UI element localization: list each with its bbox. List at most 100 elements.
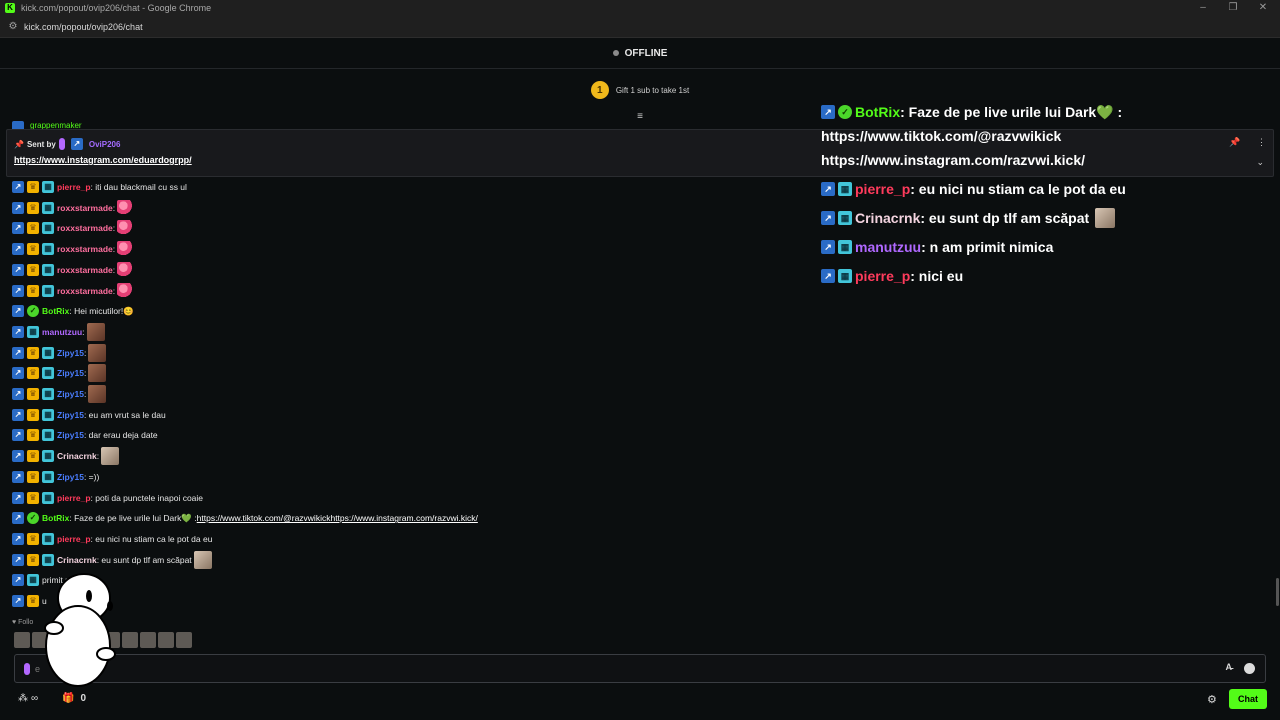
message-username[interactable]: roxxstarmade bbox=[57, 244, 113, 254]
subscriber-badge-icon: ▦ bbox=[42, 429, 54, 442]
message-username[interactable]: Crinacrnk bbox=[57, 555, 97, 565]
chat-input-box[interactable]: A̵ bbox=[14, 654, 1266, 683]
face-emote-icon bbox=[88, 343, 107, 362]
message-username[interactable]: Zipy15 bbox=[57, 348, 84, 358]
gift-count[interactable]: 🎁 0 bbox=[62, 693, 86, 704]
subscriber-badge-icon: ▦ bbox=[42, 553, 54, 566]
sent-by-label: Sent by bbox=[26, 139, 56, 149]
follower-avatar[interactable] bbox=[158, 632, 174, 648]
crown-badge-icon: ♛ bbox=[27, 553, 39, 566]
og-badge-icon: ↗ bbox=[12, 305, 24, 318]
chat-message-row[interactable]: ↗ ✓ BotRix: Faze de pe live urile lui Dark… bbox=[12, 509, 478, 527]
chat-message-row[interactable]: ↗ ♛ ▦ pierre_p: iti dau blackmail cu ss ul bbox=[12, 178, 187, 196]
chat-message-row[interactable]: ↗ ✓ BotRix: Hei micutilor!😊 bbox=[12, 302, 134, 320]
chat-message-row[interactable]: ↗ ♛ ▦ roxxstarmade: bbox=[12, 261, 134, 279]
restore-icon[interactable]: ❐ bbox=[1218, 0, 1248, 16]
message-username[interactable]: roxxstarmade bbox=[57, 203, 113, 213]
chat-message-row[interactable]: ↗ ♛ ▦ Zipy15: dar erau deja date bbox=[12, 426, 158, 444]
chat-message-row[interactable]: ↗ ♛ ▦ Zipy15: bbox=[12, 364, 107, 383]
overlay-username: Crinacrnk bbox=[855, 210, 921, 226]
chat-message-row[interactable]: ↗ ♛ ▦ Crinacrnk: bbox=[12, 447, 120, 466]
crown-badge-icon: ♛ bbox=[27, 263, 39, 276]
og-badge-icon: ↗ bbox=[12, 263, 24, 276]
channel-points[interactable]: ⁂ ∞ bbox=[18, 693, 38, 704]
verified-bot-icon: ✓ bbox=[838, 105, 852, 119]
chat-message-row[interactable]: ↗ ♛ ▦ Zipy15: bbox=[12, 343, 107, 362]
close-icon[interactable]: ✕ bbox=[1248, 0, 1278, 16]
offline-label: OFFLINE bbox=[624, 47, 668, 59]
message-link[interactable]: https://www.tiktok.com/@razvwikick bbox=[197, 513, 331, 523]
chat-scrollbar[interactable] bbox=[1276, 578, 1279, 606]
mic-badge-icon bbox=[24, 663, 30, 675]
message-text: : bbox=[83, 389, 87, 399]
message-username[interactable]: roxxstarmade bbox=[57, 265, 113, 275]
message-username[interactable]: Zipy15 bbox=[57, 389, 84, 399]
translate-icon[interactable]: A̵ bbox=[1226, 662, 1233, 672]
chat-message-row[interactable]: ↗ ♛ ▦ Zipy15: =)) bbox=[12, 468, 99, 486]
og-badge-icon: ↗ bbox=[12, 470, 24, 483]
heart-emote-icon bbox=[117, 220, 134, 237]
emoji-picker-icon[interactable] bbox=[1244, 663, 1255, 674]
gift-sub-banner[interactable]: 1 Gift 1 sub to take 1st bbox=[0, 78, 1280, 102]
message-username[interactable]: BotRix bbox=[42, 306, 69, 316]
overlay-message-row: ↗ ▦ pierre_p : nici eu bbox=[821, 264, 1271, 288]
message-username[interactable]: Zipy15 bbox=[57, 410, 84, 420]
chat-message-row[interactable]: ↗ ♛ ▦ Zipy15: bbox=[12, 385, 107, 403]
face-emote-icon bbox=[86, 322, 105, 341]
og-badge-icon: ↗ bbox=[12, 243, 24, 256]
points-value: ∞ bbox=[31, 693, 39, 704]
pinned-sent-by: 📌 Sent by ↗ OviP206 bbox=[14, 138, 120, 150]
url-text[interactable]: kick.com/popout/ovip206/chat bbox=[24, 22, 143, 32]
chat-message-row[interactable]: ↗ ♛ ▦ Crinacrnk: eu sunt dp tlf am scăpat bbox=[12, 550, 212, 569]
overlay-message-text: : eu sunt dp tlf am scăpat bbox=[920, 210, 1090, 226]
chat-message-row[interactable]: ↗ ♛ ▦ roxxstarmade: bbox=[12, 199, 134, 217]
pinned-link[interactable]: https://www.instagram.com/eduardogrpp/ bbox=[14, 155, 192, 165]
message-link[interactable]: https://www.instagram.com/razvwi.kick/ bbox=[330, 513, 477, 523]
minimize-icon[interactable]: – bbox=[1188, 0, 1218, 16]
chat-message-row[interactable]: ↗ ▦ manutzuu: bbox=[12, 322, 105, 341]
chat-filter-icon[interactable]: ≡ bbox=[633, 111, 647, 122]
chat-message-row[interactable]: ↗ ♛ ▦ roxxstarmade: bbox=[12, 282, 134, 300]
message-text: : iti dau blackmail cu ss ul bbox=[90, 182, 187, 192]
browser-title-bar: K kick.com/popout/ovip206/chat - Google … bbox=[0, 0, 1280, 16]
overlay-message-text: : eu nici nu stiam ca le pot da eu bbox=[910, 181, 1126, 197]
site-settings-icon[interactable]: ⚙ bbox=[6, 21, 20, 32]
gift-text[interactable]: Gift 1 sub to take 1st bbox=[616, 86, 689, 95]
hand-emote-icon bbox=[193, 550, 212, 569]
message-username[interactable]: pierre_p bbox=[57, 182, 91, 192]
message-username[interactable]: pierre_p bbox=[57, 493, 91, 503]
chat-message-input[interactable] bbox=[35, 661, 1215, 677]
face-emote-icon bbox=[88, 364, 107, 383]
partial-message-row: grappenmaker bbox=[12, 121, 82, 129]
og-badge-icon: ↗ bbox=[12, 408, 24, 421]
message-username[interactable]: Zipy15 bbox=[57, 368, 84, 378]
pinned-user[interactable]: OviP206 bbox=[89, 140, 121, 149]
message-username[interactable]: Zipy15 bbox=[57, 430, 84, 440]
send-chat-button[interactable]: Chat bbox=[1229, 689, 1267, 709]
og-badge-icon: ↗ bbox=[12, 222, 24, 235]
follower-avatar[interactable] bbox=[176, 632, 192, 648]
message-username[interactable]: pierre_p bbox=[57, 534, 91, 544]
chat-message-row[interactable]: ↗ ♛ ▦ Zipy15: eu am vrut sa le dau bbox=[12, 406, 166, 424]
message-username[interactable]: BotRix bbox=[42, 513, 69, 523]
chat-settings-gear-icon[interactable]: ⚙ bbox=[1207, 693, 1217, 706]
message-username[interactable]: roxxstarmade bbox=[57, 223, 113, 233]
message-username[interactable]: Crinacrnk bbox=[57, 451, 97, 461]
follower-avatar[interactable] bbox=[122, 632, 138, 648]
chat-message-row[interactable]: ↗ ♛ ▦ pierre_p: eu nici nu stiam ca le pot … bbox=[12, 530, 212, 548]
crown-badge-icon: ♛ bbox=[27, 181, 39, 193]
follower-avatar[interactable] bbox=[14, 632, 30, 648]
crown-badge-icon: ♛ bbox=[27, 222, 39, 235]
crown-badge-icon: ♛ bbox=[27, 243, 39, 256]
message-username[interactable]: roxxstarmade bbox=[57, 286, 113, 296]
chat-message-row[interactable]: ↗ ♛ ▦ pierre_p: poti da punctele inapoi coa… bbox=[12, 489, 203, 507]
message-username[interactable]: Zipy15 bbox=[57, 472, 84, 482]
address-bar[interactable]: ⚙ kick.com/popout/ovip206/chat bbox=[0, 16, 1280, 38]
gift-count-value: 0 bbox=[80, 693, 87, 704]
chat-message-row[interactable]: ↗ ♛ ▦ roxxstarmade: bbox=[12, 240, 134, 258]
follower-avatar[interactable] bbox=[140, 632, 156, 648]
partial-username: grappenmaker bbox=[30, 121, 82, 129]
overlay-message-text: : nici eu bbox=[910, 268, 964, 284]
message-username[interactable]: manutzuu bbox=[42, 327, 82, 337]
chat-message-row[interactable]: ↗ ♛ ▦ roxxstarmade: bbox=[12, 219, 134, 237]
